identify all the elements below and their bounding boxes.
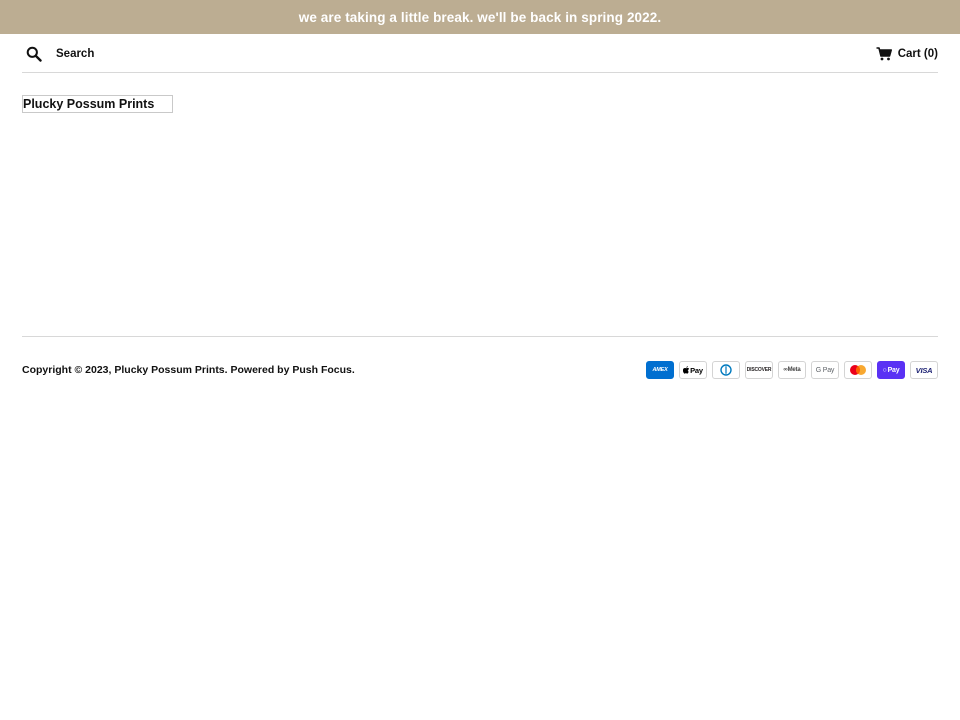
push-focus-link[interactable]: Push Focus	[292, 364, 352, 376]
search-link[interactable]: Search	[26, 45, 94, 63]
copyright-prefix: Copyright © 2023,	[22, 364, 112, 376]
visa-icon: VISA	[910, 361, 938, 379]
announcement-bar: we are taking a little break. we'll be b…	[0, 0, 960, 34]
cart-icon[interactable]	[876, 47, 892, 61]
shop-name-link[interactable]: Plucky Possum Prints	[114, 364, 224, 376]
header-bar: Search Cart (0)	[22, 34, 938, 73]
google-pay-icon: G Pay	[811, 361, 839, 379]
powered-by-text: . Powered by	[224, 364, 290, 376]
cart-link[interactable]: Cart (0)	[876, 45, 938, 63]
amex-icon: AMEX	[646, 361, 674, 379]
footer-divider	[22, 336, 938, 337]
announcement-text: we are taking a little break. we'll be b…	[298, 9, 662, 25]
search-label[interactable]: Search	[56, 48, 94, 60]
copyright: Copyright © 2023, Plucky Possum Prints. …	[22, 363, 355, 377]
discover-icon: DISCOVER	[745, 361, 773, 379]
apple-pay-icon: Pay	[679, 361, 707, 379]
meta-pay-icon: ∞Meta	[778, 361, 806, 379]
mastercard-icon	[844, 361, 872, 379]
payment-icons: AMEX Pay DISCOVER ∞Meta G Pay ○ Pay VISA	[646, 361, 938, 379]
copyright-suffix: .	[351, 364, 355, 376]
shop-pay-icon: ○ Pay	[877, 361, 905, 379]
cart-label[interactable]: Cart (0)	[898, 48, 938, 60]
site-logo[interactable]: Plucky Possum Prints	[22, 95, 173, 113]
search-icon[interactable]	[26, 46, 42, 62]
diners-club-icon	[712, 361, 740, 379]
logo-text[interactable]: Plucky Possum Prints	[23, 97, 154, 111]
